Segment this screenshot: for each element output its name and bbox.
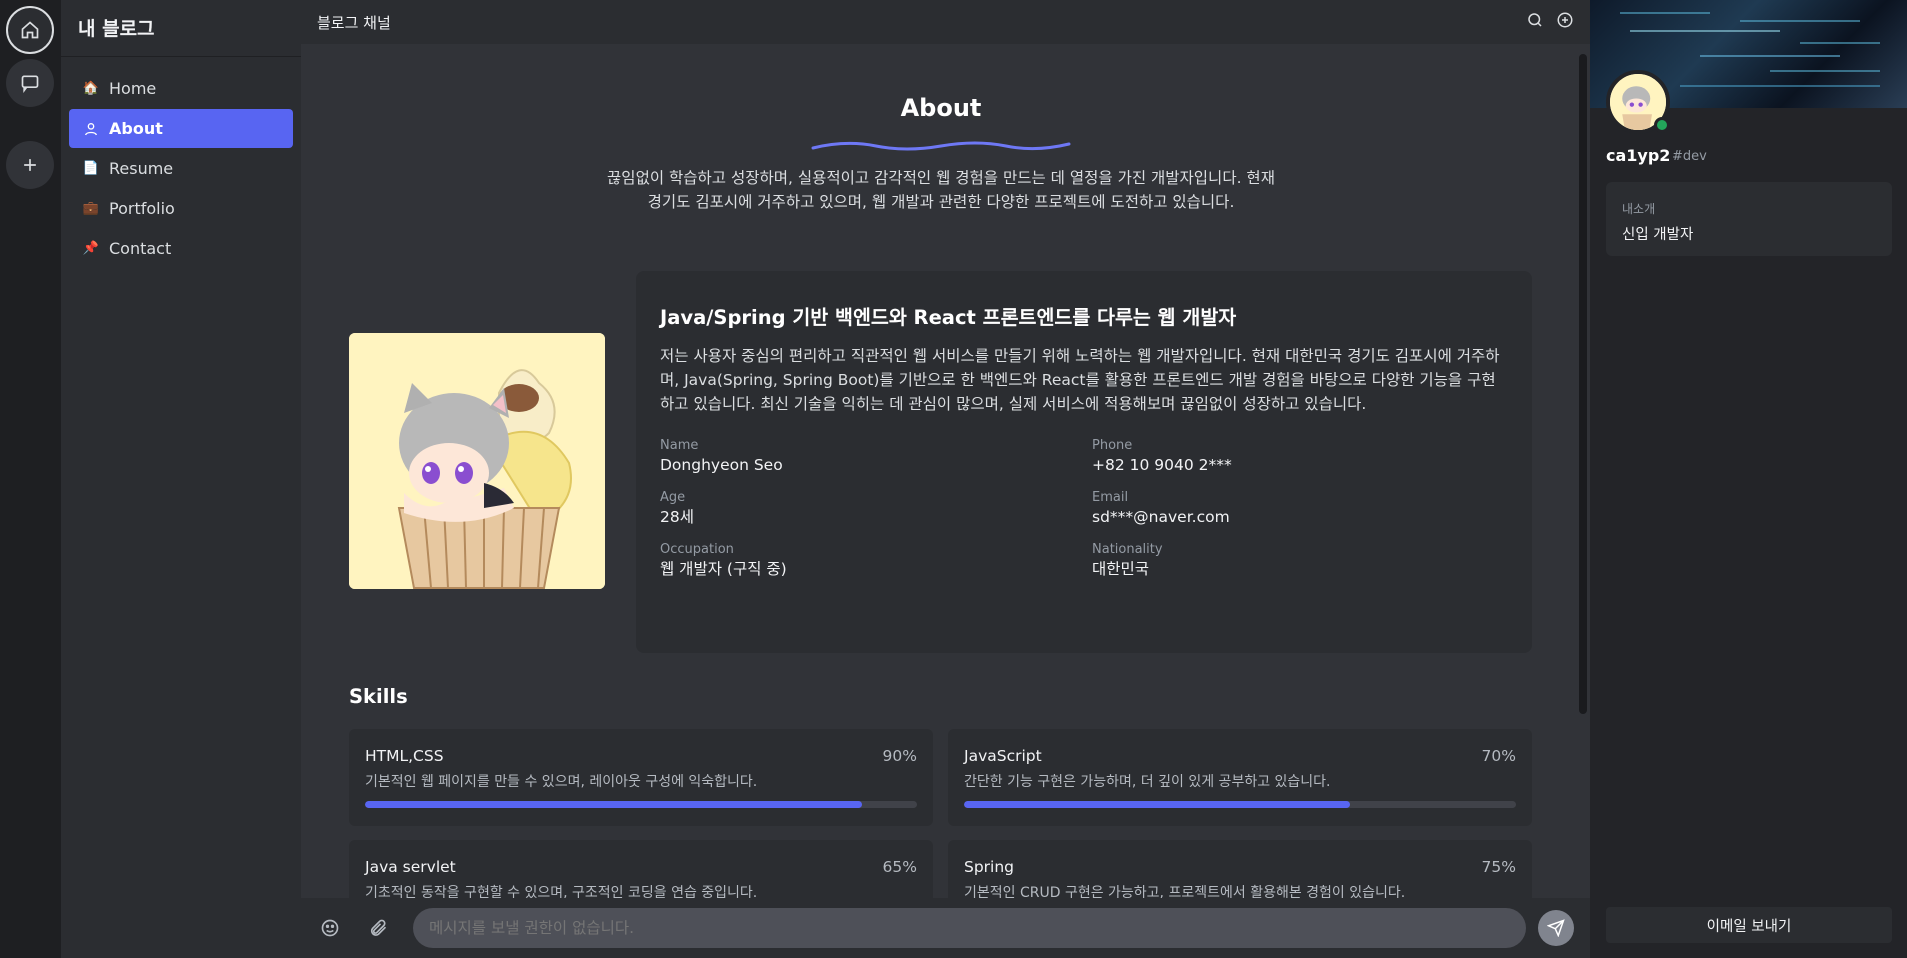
info-email: Email sd***@naver.com [1092,490,1230,526]
chat-icon[interactable] [6,59,54,107]
skill-percent: 65% [882,858,917,876]
house-icon: 🏠 [82,81,100,96]
server-rail [0,0,61,958]
scrollbar[interactable] [1579,54,1587,714]
skill-percent: 90% [882,747,917,765]
skill-percent: 70% [1481,747,1516,765]
bio-label: 내소개 [1622,202,1656,216]
user-tag: #dev [1672,149,1707,164]
skill-card: Java servlet 65% 기초적인 동작을 구현할 수 있으며, 구조적… [349,840,933,898]
main-content: About 끊임없이 학습하고 성장하며, 실용적이고 감각적인 웹 경험을 만… [301,44,1590,898]
message-bar [301,898,1590,958]
sidebar-item-contact[interactable]: 📌 Contact [69,229,293,268]
sidebar-item-resume[interactable]: 📄 Resume [69,149,293,188]
skill-name: Spring [964,858,1015,876]
search-icon[interactable] [1526,11,1544,33]
skill-description: 기본적인 CRUD 구현은 가능하고, 프로젝트에서 활용해본 경험이 있습니다… [964,885,1406,898]
user-icon [83,121,99,137]
skill-name: Java servlet [365,858,456,876]
skill-description: 기초적인 동작을 구현할 수 있으며, 구조적인 코딩을 연습 중입니다. [365,885,758,898]
sidebar-item-home[interactable]: 🏠 Home [69,69,293,108]
channel-title: 블로그 채널 [317,13,391,32]
skill-card: HTML,CSS 90% 기본적인 웹 페이지를 만들 수 있으며, 레이아웃 … [349,729,933,826]
bio-box: 내소개 신입 개발자 [1606,182,1892,256]
emoji-icon[interactable] [317,915,343,941]
sidebar-item-label: About [109,119,163,138]
pushpin-icon: 📌 [82,241,100,256]
profile-heading: Java/Spring 기반 백엔드와 React 프론트엔드를 다루는 웹 개… [660,306,1237,329]
wave-underline [811,141,1071,151]
info-phone: Phone +82 10 9040 2*** [1092,438,1232,474]
username: ca1yp2 [1606,146,1671,165]
online-status-icon [1654,117,1670,133]
skill-description: 간단한 기능 구현은 가능하며, 더 깊이 있게 공부하고 있습니다. [964,774,1331,790]
send-icon[interactable] [1538,910,1574,946]
skill-progress-fill [964,801,1351,808]
sidebar-item-label: Portfolio [109,199,175,218]
skill-progress-fill [365,801,862,808]
sidebar-item-label: Home [109,79,157,98]
user-profile-panel: ca1yp2 #dev 내소개 신입 개발자 이메일 보내기 [1590,0,1907,958]
nav-list: 🏠 Home About 📄 Resume 💼 Portfolio 📌 Cont… [61,57,301,281]
skill-progress-track [964,801,1516,808]
send-email-button[interactable]: 이메일 보내기 [1606,907,1892,943]
skill-card: Spring 75% 기본적인 CRUD 구현은 가능하고, 프로젝트에서 활용… [948,840,1532,898]
attachment-icon[interactable] [365,915,391,941]
info-nationality: Nationality 대한민국 [1092,542,1163,578]
intro-text: 끊임없이 학습하고 성장하며, 실용적이고 감각적인 웹 경험을 만드는 데 열… [607,169,1275,211]
skills-heading: Skills [349,685,408,708]
plus-icon[interactable] [6,141,54,189]
info-age: Age 28세 [660,490,694,526]
bio-value: 신입 개발자 [1622,227,1694,243]
page-title: About [900,94,982,122]
info-grid: Name Donghyeon Seo Phone +82 10 9040 2**… [660,438,1508,580]
channel-header: 블로그 채널 [301,0,1590,44]
skill-description: 기본적인 웹 페이지를 만들 수 있으며, 레이아웃 구성에 익숙합니다. [365,774,758,790]
message-input[interactable] [413,908,1526,948]
skill-progress-track [365,801,917,808]
skill-card: JavaScript 70% 간단한 기능 구현은 가능하며, 더 깊이 있게 … [948,729,1532,826]
profile-card: Java/Spring 기반 백엔드와 React 프론트엔드를 다루는 웹 개… [636,271,1532,653]
document-icon: 📄 [82,161,100,176]
profile-description: 저는 사용자 중심의 편리하고 직관적인 웹 서비스를 만들기 위해 노력하는 … [660,347,1500,413]
skill-percent: 75% [1481,858,1516,876]
sidebar-item-label: Contact [109,239,172,258]
briefcase-icon: 💼 [82,201,100,216]
sidebar-item-about[interactable]: About [69,109,293,148]
info-occupation: Occupation 웹 개발자 (구직 중) [660,542,787,578]
add-circle-icon[interactable] [1556,11,1574,33]
skill-name: HTML,CSS [365,747,444,765]
skill-name: JavaScript [964,747,1042,765]
profile-illustration [349,333,605,589]
sidebar-item-label: Resume [109,159,174,178]
sidebar-item-portfolio[interactable]: 💼 Portfolio [69,189,293,228]
channel-sidebar: 내 블로그 🏠 Home About 📄 Resume 💼 Portfolio … [61,0,301,958]
info-name: Name Donghyeon Seo [660,438,783,474]
blog-title: 내 블로그 [61,0,301,57]
home-icon[interactable] [6,6,54,54]
